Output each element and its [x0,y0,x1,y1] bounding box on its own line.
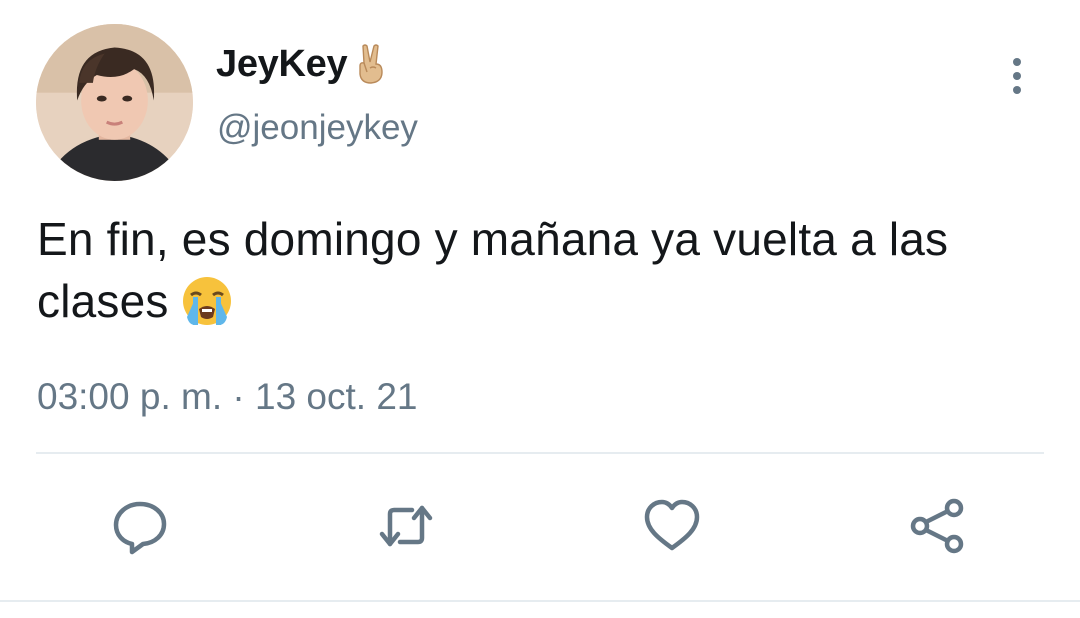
tweet-timestamp[interactable]: 03:00 p. m. · 13 oct. 21 [37,378,418,415]
reply-icon [113,501,167,555]
retweet-button[interactable] [376,496,436,556]
tweet-text: En fin, es domingo y mañana ya vuelta a … [37,208,1047,332]
display-name[interactable]: JeyKey [216,42,391,86]
more-vertical-icon[interactable] [1004,56,1030,96]
reply-button[interactable] [110,496,170,556]
divider [36,452,1044,454]
heart-icon [644,499,700,551]
share-icon [910,498,964,554]
user-handle[interactable]: @jeonjeykey [217,110,418,145]
victory-hand-icon [351,42,391,86]
bottom-divider [0,600,1080,602]
loudly-crying-face-icon [179,273,235,329]
retweet-icon [379,505,433,547]
like-button[interactable] [642,496,702,556]
avatar[interactable] [36,24,193,181]
display-name-text: JeyKey [216,43,348,85]
tweet-card: JeyKey @jeonjeykey En fin, es domingo y … [0,0,1080,618]
share-button[interactable] [908,496,968,556]
tweet-text-body: En fin, es domingo y mañana ya vuelta a … [37,213,949,327]
avatar-photo [36,24,193,181]
